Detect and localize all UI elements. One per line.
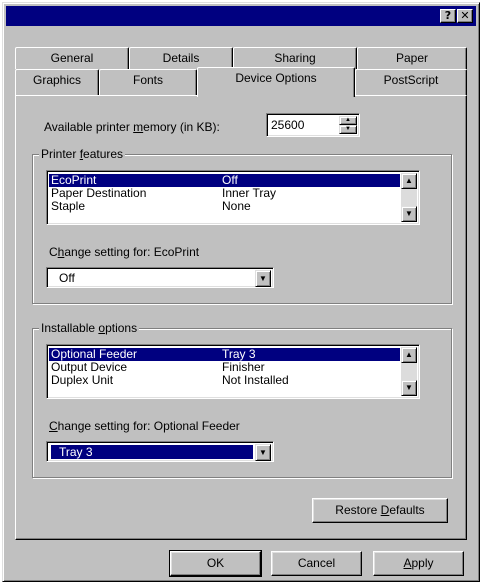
apply-button[interactable]: Apply <box>373 551 464 576</box>
tab-sharing[interactable]: Sharing <box>233 47 357 69</box>
spin-up-icon[interactable]: ▲ <box>339 116 357 125</box>
change-setting-label: Change setting for: Optional Feeder <box>49 419 240 433</box>
select-value: Off <box>59 271 75 285</box>
installable-options-group: Installable options Optional Feeder Tray … <box>32 321 452 478</box>
installable-options-list[interactable]: Optional Feeder Tray 3 Output Device Finis… <box>46 344 420 399</box>
list-item[interactable]: Duplex Unit Not Installed <box>49 374 400 387</box>
scroll-up-icon[interactable]: ▲ <box>401 173 417 189</box>
restore-defaults-button[interactable]: Restore Defaults <box>312 498 448 523</box>
close-button[interactable]: ✕ <box>457 9 473 23</box>
scroll-down-icon[interactable]: ▼ <box>401 206 417 222</box>
installable-options-label: Installable options <box>39 321 140 335</box>
cancel-button[interactable]: Cancel <box>271 551 362 576</box>
tab-device-options[interactable]: Device Options <box>197 67 355 97</box>
memory-spin-buttons: ▲ ▼ <box>339 116 357 134</box>
help-button[interactable]: ? <box>440 9 456 23</box>
tab-paper[interactable]: Paper <box>357 47 467 69</box>
tab-details[interactable]: Details <box>129 47 233 69</box>
scroll-up-icon[interactable]: ▲ <box>401 347 417 363</box>
tab-general[interactable]: General <box>15 47 129 69</box>
memory-spinner: ▲ ▼ <box>266 113 360 137</box>
printer-features-label: Printer features <box>39 147 126 161</box>
tab-graphics[interactable]: Graphics <box>15 69 99 95</box>
title-bar[interactable]: ? ✕ <box>6 6 476 26</box>
chevron-down-icon[interactable]: ▼ <box>255 444 271 461</box>
list-item[interactable]: Staple None <box>49 200 400 213</box>
spin-down-icon[interactable]: ▼ <box>339 125 357 134</box>
change-setting-label: Change setting for: EcoPrint <box>49 245 200 259</box>
memory-input[interactable] <box>269 116 335 134</box>
device-options-panel: Available printer memory (in KB): ▲ ▼ Pr… <box>15 95 467 540</box>
chevron-down-icon[interactable]: ▼ <box>255 270 271 287</box>
memory-label: Available printer memory (in KB): <box>44 120 220 134</box>
vertical-scrollbar[interactable]: ▲ ▼ <box>401 347 417 396</box>
vertical-scrollbar[interactable]: ▲ ▼ <box>401 173 417 222</box>
printer-features-group: Printer features EcoPrint Off Paper Desti… <box>32 147 452 304</box>
printer-properties-dialog: ? ✕ General Details Sharing Paper Graphi… <box>2 2 480 582</box>
tab-fonts[interactable]: Fonts <box>99 69 197 95</box>
ok-button[interactable]: OK <box>169 550 262 577</box>
tab-postscript[interactable]: PostScript <box>355 69 467 95</box>
printer-features-list[interactable]: EcoPrint Off Paper Destination Inner Tray … <box>46 170 420 225</box>
select-value: Tray 3 <box>51 445 253 459</box>
ecoprint-setting-select[interactable]: Off ▼ <box>46 267 274 288</box>
scroll-down-icon[interactable]: ▼ <box>401 380 417 396</box>
optional-feeder-setting-select[interactable]: Tray 3 ▼ <box>46 441 274 462</box>
